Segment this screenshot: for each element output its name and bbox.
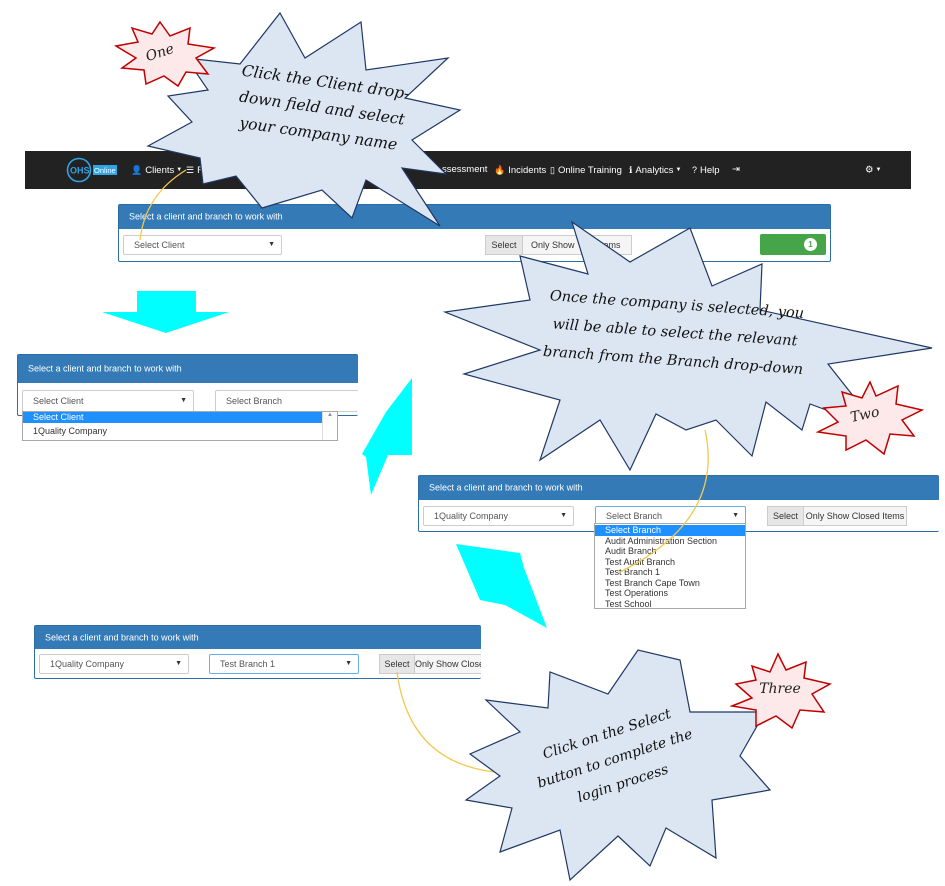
diagonal-arrow-icon — [456, 544, 547, 628]
down-arrow-icon — [102, 291, 229, 333]
connector-line — [139, 169, 187, 241]
zigzag-arrow-icon — [362, 378, 412, 495]
step-three-label: Three — [759, 681, 801, 697]
annotation-layer — [102, 11, 933, 882]
